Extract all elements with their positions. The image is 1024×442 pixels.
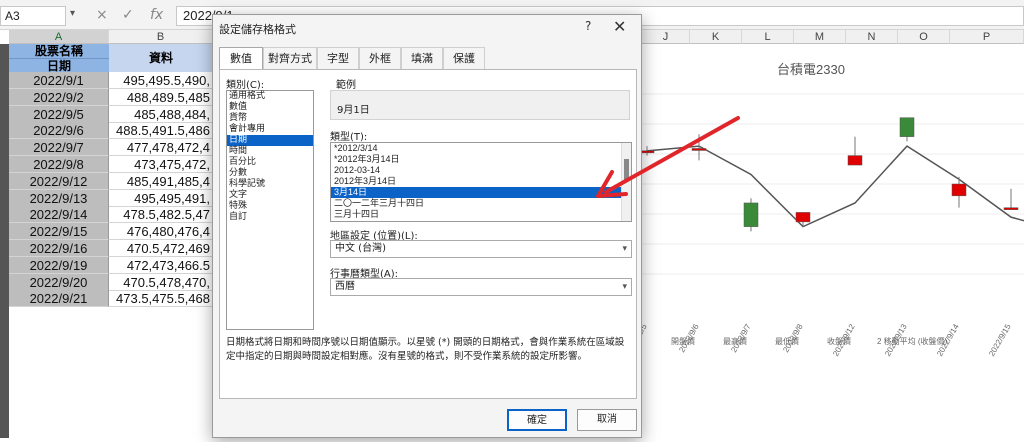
annotation-arrow xyxy=(596,116,740,198)
